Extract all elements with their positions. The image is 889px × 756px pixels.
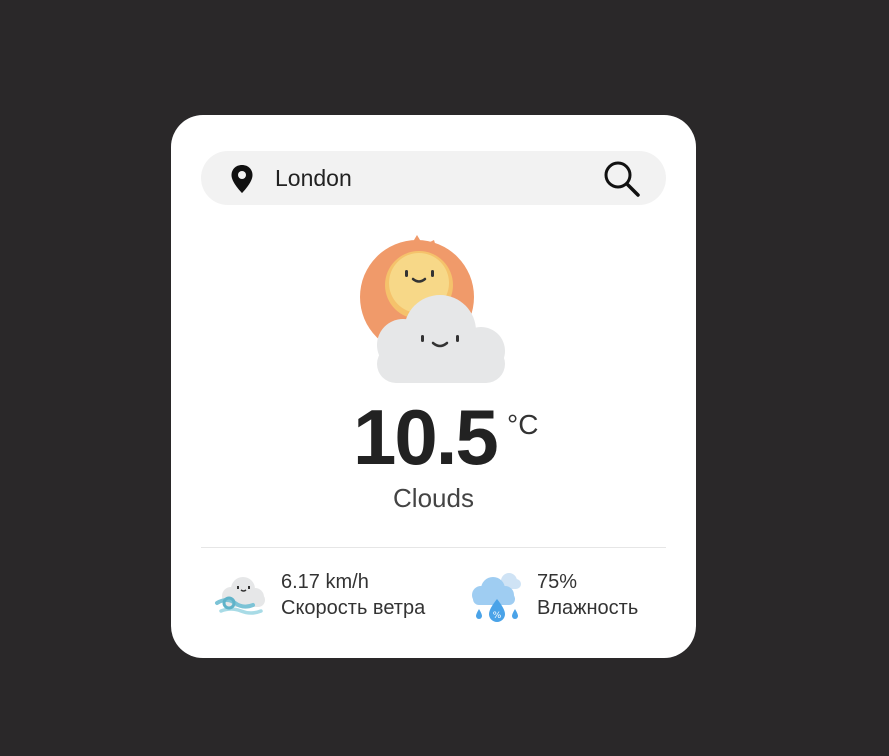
humidity-cloud-icon: % xyxy=(472,573,521,622)
wind-cloud-icon xyxy=(215,577,265,615)
humidity-label: Влажность xyxy=(537,597,639,619)
divider xyxy=(201,547,666,548)
svg-text:%: % xyxy=(493,611,502,621)
wind-speed-label: Скорость ветра xyxy=(281,597,426,619)
humidity-stat: % 75% Влажность xyxy=(469,567,679,627)
search-icon[interactable] xyxy=(601,158,643,198)
temperature-unit: °C xyxy=(507,409,539,440)
temperature-value: 10.5 xyxy=(353,393,499,481)
wind-speed-value: 6.17 km/h xyxy=(281,571,369,593)
search-bar xyxy=(201,151,666,205)
humidity-value: 75% xyxy=(537,571,578,593)
sun-behind-cloud-icon xyxy=(360,235,505,383)
location-pin-icon xyxy=(231,165,253,193)
wind-stat: 6.17 km/h Скорость ветра xyxy=(213,567,453,627)
weather-condition: Clouds xyxy=(393,483,474,513)
city-search-input[interactable] xyxy=(275,161,575,195)
temperature-row: 10.5 °C xyxy=(171,395,696,479)
weather-card: 10.5 °C Clouds 6.17 km/h Скорость ветра xyxy=(171,115,696,658)
